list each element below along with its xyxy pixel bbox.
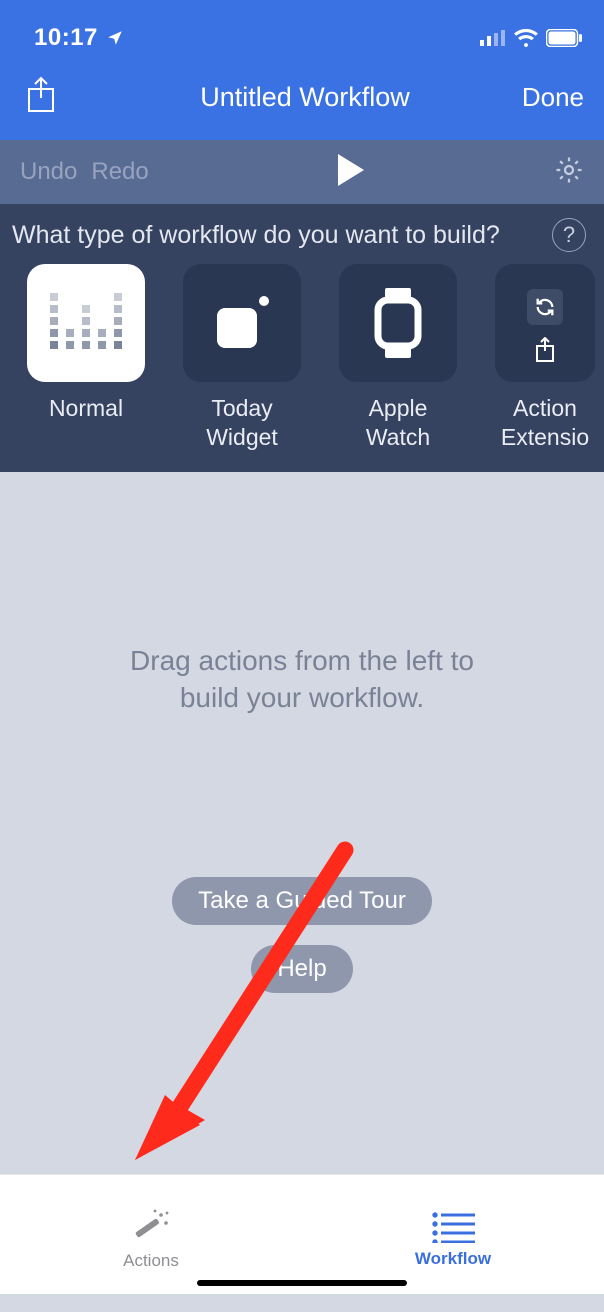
type-option-apple-watch[interactable]: Apple Watch [334,264,462,452]
guided-tour-button[interactable]: Take a Guided Tour [172,877,432,925]
type-label: Apple Watch [334,394,462,452]
type-option-today-widget[interactable]: Today Widget [178,264,306,452]
type-label: Today Widget [178,394,306,452]
type-options: Normal Today Widget Ap [0,264,604,452]
type-question: What type of workflow do you want to bui… [12,221,500,250]
canvas-msg-l2: build your workflow. [130,679,474,717]
share-button[interactable] [26,76,116,119]
play-icon [334,152,368,188]
time-text: 10:17 [34,24,98,52]
home-indicator[interactable] [197,1280,407,1286]
status-time: 10:17 [34,24,124,52]
canvas-empty-message: Drag actions from the left to build your… [130,642,474,718]
type-label: Normal [22,394,150,423]
tab-actions[interactable]: Actions [0,1175,302,1294]
tab-bar: Actions Workflow [0,1174,604,1294]
settings-button[interactable] [554,155,584,190]
screen: 10:17 [0,0,604,1312]
redo-button[interactable]: Redo [91,158,148,186]
play-button[interactable] [334,152,368,193]
workflow-type-panel: What type of workflow do you want to bui… [0,204,604,472]
workflow-w-icon [50,293,122,353]
sync-icon [527,289,563,325]
workflow-canvas[interactable]: Drag actions from the left to build your… [0,472,604,1152]
battery-icon [546,29,582,47]
status-icons [480,29,582,47]
type-label: Action Extensio [490,394,600,452]
today-widget-tile [183,264,301,382]
tab-label: Actions [123,1251,179,1271]
location-icon [106,29,124,47]
done-button[interactable]: Done [494,82,584,113]
help-icon[interactable]: ? [552,218,586,252]
list-icon [431,1211,475,1243]
action-extension-tile [495,264,595,382]
help-button[interactable]: Help [251,945,352,993]
editor-toolbar: Undo Redo [0,140,604,204]
magic-wand-icon [131,1209,171,1245]
share-icon [26,76,56,114]
page-title: Untitled Workflow [116,82,494,113]
nav-bar: Untitled Workflow Done [0,60,604,140]
today-widget-icon [217,298,267,348]
share-small-icon [534,337,556,363]
tab-workflow[interactable]: Workflow [302,1175,604,1294]
apple-watch-icon [373,288,423,358]
status-bar: 10:17 [0,0,604,60]
tab-label: Workflow [415,1249,491,1269]
cellular-icon [480,30,506,46]
undo-button[interactable]: Undo [20,158,77,186]
gear-icon [554,155,584,185]
normal-tile [27,264,145,382]
canvas-msg-l1: Drag actions from the left to [130,642,474,680]
wifi-icon [514,29,538,47]
type-option-normal[interactable]: Normal [22,264,150,452]
apple-watch-tile [339,264,457,382]
type-option-action-extension[interactable]: Action Extensio [490,264,600,452]
